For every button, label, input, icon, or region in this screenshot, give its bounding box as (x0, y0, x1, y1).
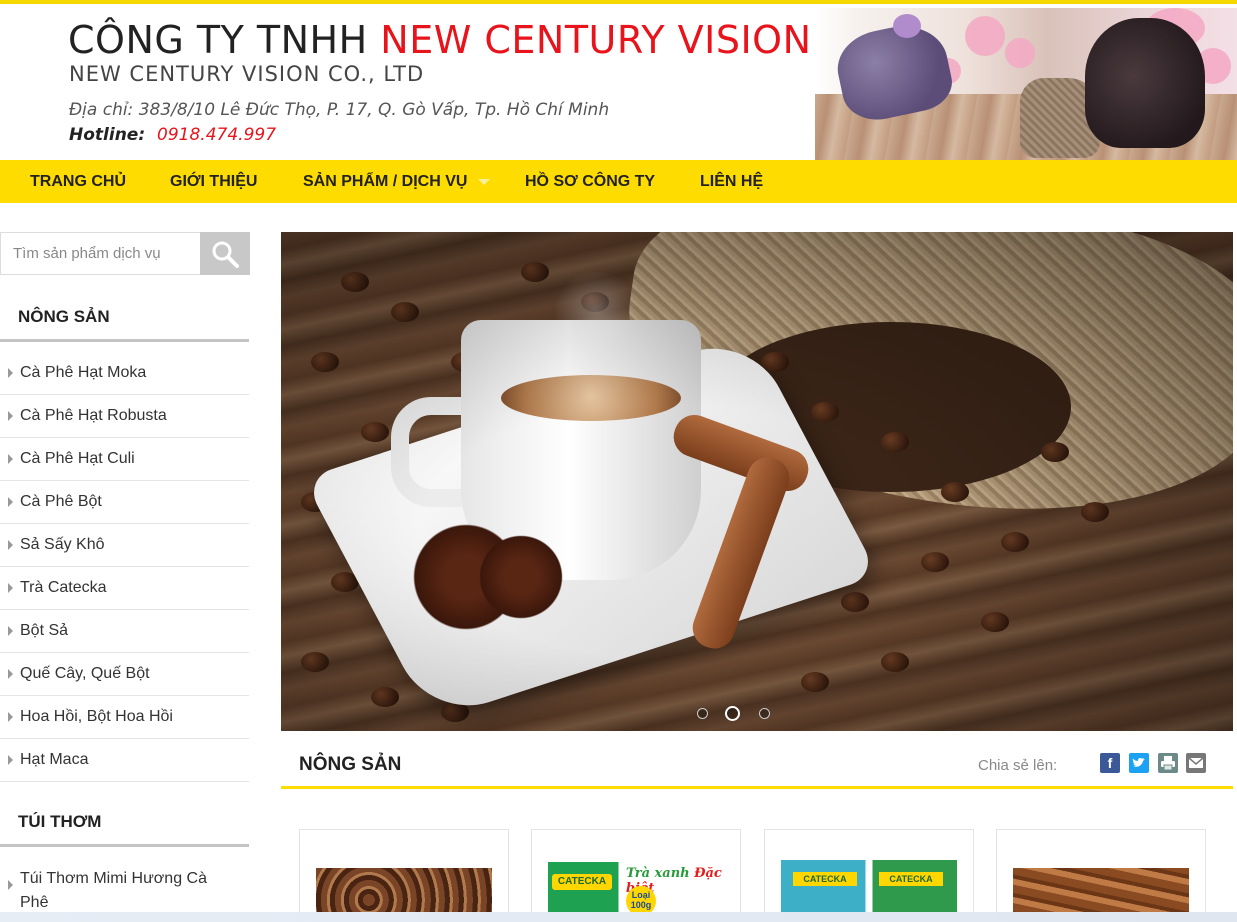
sidebar-item-label: Túi Thơm Mimi Hương Cà Phê (20, 870, 207, 911)
company-address: Địa chỉ: 383/8/10 Lê Đức Thọ, P. 17, Q. … (69, 100, 609, 120)
caret-right-icon (8, 626, 13, 636)
hotline-number[interactable]: 0918.474.997 (157, 125, 276, 145)
search-icon (212, 241, 239, 268)
main-nav: TRANG CHỦ GIỚI THIỆU SẢN PHẨM / DỊCH VỤ … (0, 160, 1237, 203)
sidebar-item-label: Quế Cây, Quế Bột (20, 665, 150, 682)
sidebar-item-label: Trà Catecka (20, 579, 107, 596)
sidebar-item-label: Cà Phê Hạt Moka (20, 364, 147, 381)
nav-item-company-profile[interactable]: HỒ SƠ CÔNG TY (525, 160, 655, 203)
site-header: CÔNG TY TNHH NEW CENTURY VISION NEW CENT… (0, 0, 1237, 160)
search-box (0, 232, 250, 275)
address-value: 383/8/10 Lê Đức Thọ, P. 17, Q. Gò Vấp, T… (138, 100, 610, 120)
hotline-label: Hotline: (69, 125, 146, 145)
twitter-icon[interactable] (1129, 753, 1149, 773)
sidebar-heading-label: NÔNG SẢN (18, 307, 110, 326)
nav-item-home[interactable]: TRANG CHỦ (30, 160, 126, 203)
sidebar-heading-scent-bags: TÚI THƠM (0, 801, 249, 847)
nav-item-products[interactable]: SẢN PHẨM / DỊCH VỤ (303, 160, 467, 203)
product-brand: CATECKA (879, 872, 943, 886)
product-card[interactable]: CATECKA CATECKA (764, 829, 974, 922)
print-icon[interactable] (1158, 753, 1178, 773)
slider-dot-active[interactable] (725, 706, 740, 721)
search-button[interactable] (200, 232, 250, 275)
sidebar-item-robusta[interactable]: Cà Phê Hạt Robusta (0, 395, 249, 438)
caret-right-icon (8, 497, 13, 507)
hotline: Hotline: 0918.474.997 (69, 125, 276, 145)
product-brand: CATECKA (793, 872, 857, 886)
sidebar-item-lemongrass-powder[interactable]: Bột Sả (0, 610, 249, 653)
window-bottom-edge (0, 912, 1237, 922)
caret-right-icon (8, 669, 13, 679)
sidebar-item-maca[interactable]: Hạt Maca (0, 739, 249, 782)
caret-right-icon (8, 712, 13, 722)
caret-right-icon (8, 540, 13, 550)
sidebar-item-dried-lemongrass[interactable]: Sả Sấy Khô (0, 524, 249, 567)
sidebar-item-label: Cà Phê Hạt Culi (20, 450, 135, 467)
sidebar-item-mimi-coffee-bag[interactable]: Túi Thơm Mimi Hương Cà Phê (0, 864, 249, 914)
caret-right-icon (8, 411, 13, 421)
sidebar-item-label: Hoa Hồi, Bột Hoa Hồi (20, 708, 173, 725)
sidebar-item-culi[interactable]: Cà Phê Hạt Culi (0, 438, 249, 481)
sidebar-item-moka[interactable]: Cà Phê Hạt Moka (0, 352, 249, 395)
sidebar-list-agriculture: Cà Phê Hạt Moka Cà Phê Hạt Robusta Cà Ph… (0, 352, 249, 782)
hero-slider[interactable] (281, 232, 1233, 731)
sidebar-item-label: Sả Sấy Khô (20, 536, 105, 553)
section-title: NÔNG SẢN (299, 754, 402, 775)
company-name-highlight: NEW CENTURY VISION (380, 18, 812, 62)
product-brand: CATECKA (552, 874, 612, 890)
product-card[interactable]: CATECKA Trà xanh Đặc biệt Loại 100g (531, 829, 741, 922)
sidebar-item-label: Cà Phê Bột (20, 493, 102, 510)
header-banner-image (815, 8, 1237, 160)
facebook-icon[interactable]: f (1100, 753, 1120, 773)
address-label: Địa chỉ: (69, 100, 134, 120)
sidebar-item-label: Bột Sả (20, 622, 69, 639)
sidebar-item-star-anise[interactable]: Hoa Hồi, Bột Hoa Hồi (0, 696, 249, 739)
sidebar-item-ground-coffee[interactable]: Cà Phê Bột (0, 481, 249, 524)
caret-right-icon (8, 880, 13, 890)
product-card[interactable] (299, 829, 509, 922)
company-name-prefix: CÔNG TY TNHH (68, 18, 368, 62)
caret-right-icon (8, 368, 13, 378)
nav-item-about[interactable]: GIỚI THIỆU (170, 160, 257, 203)
caret-right-icon (8, 454, 13, 464)
share-label: Chia sẻ lên: (978, 757, 1058, 774)
product-card[interactable] (996, 829, 1206, 922)
sidebar-item-cinnamon[interactable]: Quế Cây, Quế Bột (0, 653, 249, 696)
slider-dot[interactable] (759, 708, 770, 719)
email-icon[interactable] (1186, 753, 1206, 773)
company-subtitle: NEW CENTURY VISION CO., LTD (69, 62, 425, 86)
sidebar-list-scent-bags: Túi Thơm Mimi Hương Cà Phê (0, 864, 249, 914)
chevron-down-icon[interactable] (478, 179, 490, 185)
search-input[interactable] (1, 233, 200, 274)
sidebar-heading-agriculture: NÔNG SẢN (0, 296, 249, 342)
caret-right-icon (8, 755, 13, 765)
sidebar-heading-label: TÚI THƠM (18, 812, 102, 831)
sidebar-item-label: Hạt Maca (20, 751, 89, 768)
section-header: NÔNG SẢN Chia sẻ lên: f (281, 742, 1233, 789)
nav-item-contact[interactable]: LIÊN HỆ (700, 160, 763, 203)
company-name: CÔNG TY TNHH NEW CENTURY VISION (68, 18, 812, 62)
slider-dot[interactable] (697, 708, 708, 719)
sidebar-item-catecka-tea[interactable]: Trà Catecka (0, 567, 249, 610)
sidebar-item-label: Cà Phê Hạt Robusta (20, 407, 167, 424)
product-promo-a: Trà xanh (626, 866, 690, 881)
caret-right-icon (8, 583, 13, 593)
